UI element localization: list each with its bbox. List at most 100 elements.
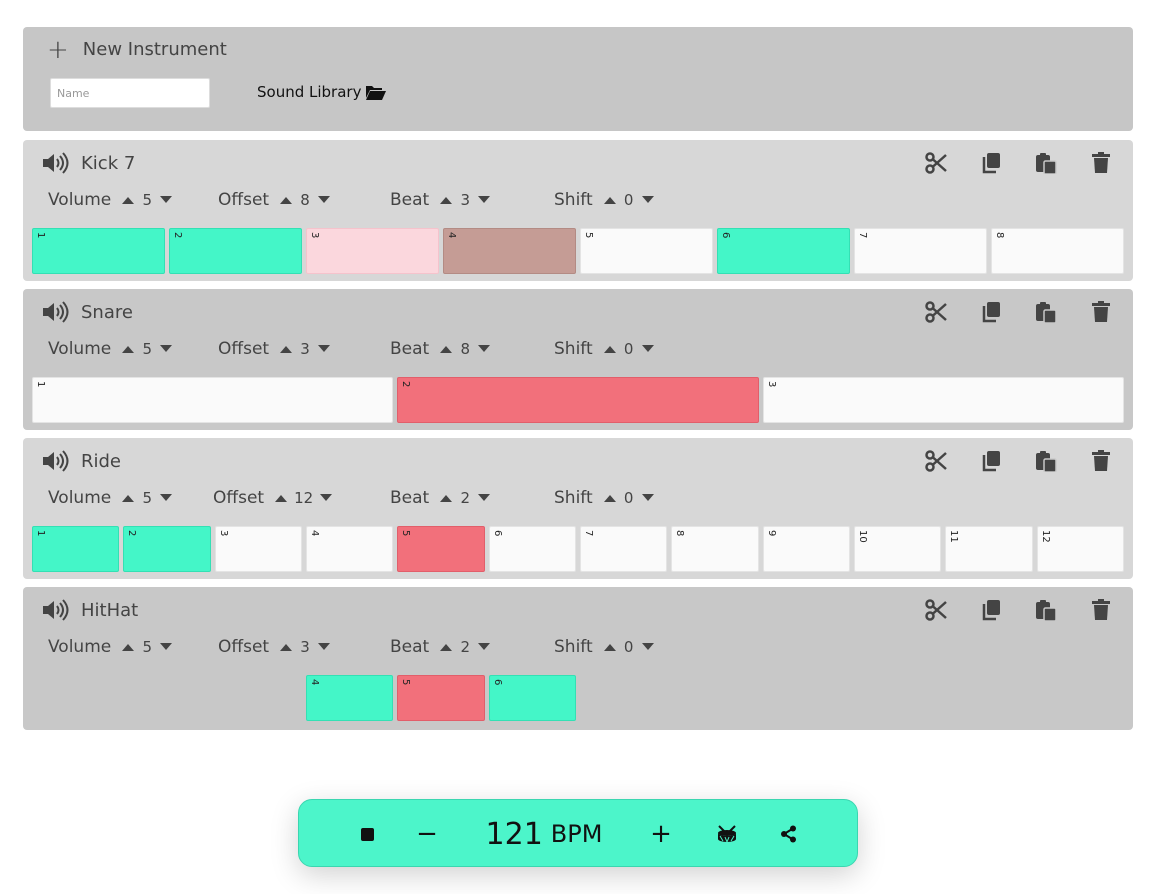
cut-button[interactable] — [923, 597, 948, 622]
shift-increase-icon[interactable] — [603, 640, 617, 654]
step-cell[interactable]: 3 — [306, 228, 439, 274]
offset-decrease-icon[interactable] — [317, 640, 331, 654]
step-cell[interactable]: 6 — [717, 228, 850, 274]
step-cell[interactable]: 8 — [991, 228, 1124, 274]
step-cell[interactable]: 8 — [671, 526, 759, 572]
drum-kit-button[interactable] — [709, 800, 745, 868]
shift-decrease-icon[interactable] — [641, 193, 655, 207]
shift-increase-icon[interactable] — [603, 193, 617, 207]
shift-decrease-icon[interactable] — [641, 491, 655, 505]
step-cell[interactable]: 4 — [305, 675, 394, 721]
volume-increase-icon[interactable] — [121, 193, 135, 207]
share-button[interactable] — [773, 800, 805, 868]
cut-button[interactable] — [923, 299, 948, 324]
cut-button[interactable] — [923, 448, 948, 473]
step-cell[interactable]: 5 — [580, 228, 713, 274]
step-cell[interactable] — [215, 675, 302, 721]
beat-decrease-icon[interactable] — [477, 193, 491, 207]
beat-increase-icon[interactable] — [439, 491, 453, 505]
stop-button[interactable] — [351, 800, 383, 868]
step-cell[interactable]: 5 — [397, 675, 485, 721]
trash-button[interactable] — [1088, 299, 1113, 324]
volume-decrease-icon[interactable] — [159, 640, 173, 654]
paste-button[interactable] — [1033, 299, 1058, 324]
shift-decrease-icon[interactable] — [641, 342, 655, 356]
copy-button[interactable] — [978, 150, 1003, 175]
volume-decrease-icon[interactable] — [159, 342, 173, 356]
step-cell[interactable]: 7 — [854, 228, 987, 274]
beat-decrease-icon[interactable] — [477, 342, 491, 356]
step-cell[interactable]: 10 — [853, 526, 942, 572]
speaker-icon[interactable] — [41, 599, 69, 621]
copy-button[interactable] — [978, 299, 1003, 324]
step-cell[interactable] — [671, 675, 758, 721]
paste-button[interactable] — [1033, 448, 1058, 473]
volume-increase-icon[interactable] — [121, 491, 135, 505]
trash-button[interactable] — [1088, 448, 1113, 473]
shift-decrease-icon[interactable] — [641, 640, 655, 654]
step-cell[interactable]: 4 — [305, 526, 394, 572]
copy-button[interactable] — [978, 448, 1003, 473]
new-instrument-label[interactable]: New Instrument — [83, 39, 227, 60]
offset-decrease-icon[interactable] — [319, 491, 333, 505]
trash-button[interactable] — [1088, 597, 1113, 622]
instrument-name-input[interactable] — [50, 78, 210, 108]
offset-decrease-icon[interactable] — [317, 342, 331, 356]
beat-decrease-icon[interactable] — [477, 640, 491, 654]
copy-button[interactable] — [978, 597, 1003, 622]
step-cell[interactable]: 7 — [579, 526, 668, 572]
offset-decrease-icon[interactable] — [317, 193, 331, 207]
offset-increase-icon[interactable] — [274, 491, 288, 505]
paste-button[interactable] — [1033, 597, 1058, 622]
trash-button[interactable] — [1088, 150, 1113, 175]
step-cell[interactable]: 1 — [32, 377, 394, 423]
step-cell[interactable]: 2 — [169, 228, 302, 274]
speaker-icon[interactable] — [41, 152, 69, 174]
step-cell[interactable]: 12 — [1036, 526, 1124, 572]
step-cell[interactable]: 11 — [945, 526, 1033, 572]
step-cell[interactable] — [580, 675, 667, 721]
offset-increase-icon[interactable] — [279, 193, 293, 207]
step-cell[interactable] — [1037, 675, 1124, 721]
step-cell[interactable]: 6 — [488, 526, 576, 572]
offset-increase-icon[interactable] — [279, 342, 293, 356]
beat-increase-icon[interactable] — [439, 193, 453, 207]
beat-decrease-icon[interactable] — [477, 491, 491, 505]
volume-increase-icon[interactable] — [121, 342, 135, 356]
step-cell[interactable] — [32, 675, 119, 721]
sound-library-button[interactable]: Sound Library — [257, 83, 387, 101]
step-cell[interactable]: 3 — [214, 526, 302, 572]
step-cell[interactable] — [763, 675, 850, 721]
speaker-icon[interactable] — [41, 450, 69, 472]
step-cell[interactable]: 5 — [397, 526, 485, 572]
step-cell[interactable]: 1 — [32, 228, 165, 274]
step-cell[interactable]: 4 — [443, 228, 576, 274]
step-cell[interactable]: 2 — [397, 377, 759, 423]
paste-button[interactable] — [1033, 150, 1058, 175]
offset-increase-icon[interactable] — [279, 640, 293, 654]
volume-decrease-icon[interactable] — [159, 491, 173, 505]
beat-increase-icon[interactable] — [439, 342, 453, 356]
plus-icon[interactable]: + — [47, 37, 69, 63]
bpm-decrease-button[interactable]: − — [411, 800, 443, 868]
step-cell[interactable] — [945, 675, 1032, 721]
cut-button[interactable] — [923, 150, 948, 175]
shift-increase-icon[interactable] — [603, 342, 617, 356]
step-cell[interactable]: 3 — [762, 377, 1124, 423]
step-cell[interactable] — [123, 675, 210, 721]
step-cell[interactable]: 1 — [32, 526, 120, 572]
speaker-icon[interactable] — [41, 301, 69, 323]
step-cell[interactable] — [854, 675, 941, 721]
volume-increase-icon[interactable] — [121, 640, 135, 654]
bpm-increase-button[interactable]: + — [645, 800, 677, 868]
trash-icon — [1091, 449, 1111, 472]
volume-label: Volume — [48, 637, 112, 657]
step-cell[interactable]: 6 — [488, 675, 576, 721]
volume-decrease-icon[interactable] — [159, 193, 173, 207]
step-cell[interactable]: 2 — [123, 526, 211, 572]
shift-label: Shift — [554, 339, 593, 359]
new-instrument-header[interactable]: + New Instrument — [47, 37, 227, 63]
shift-increase-icon[interactable] — [603, 491, 617, 505]
step-cell[interactable]: 9 — [762, 526, 850, 572]
beat-increase-icon[interactable] — [439, 640, 453, 654]
